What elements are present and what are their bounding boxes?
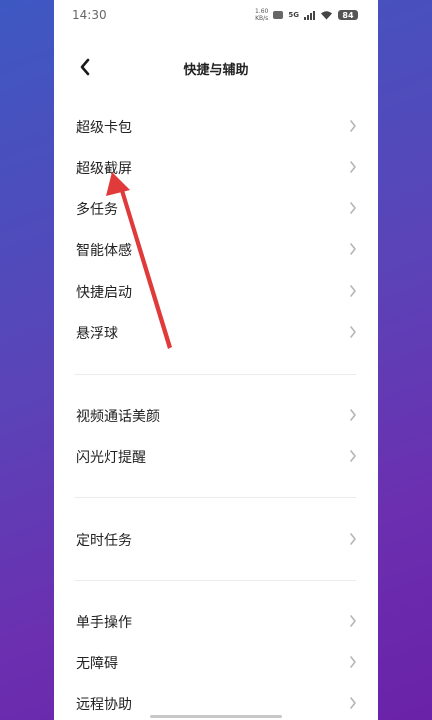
status-icons: 1.60 KB/s 5G 84 xyxy=(255,8,358,22)
page-header: 快捷与辅助 xyxy=(54,50,378,86)
menu-item-card-pack[interactable]: 超级卡包 xyxy=(54,107,378,145)
chevron-right-icon xyxy=(350,656,356,668)
menu-item-super-screenshot[interactable]: 超级截屏 xyxy=(54,148,378,186)
menu-item-label: 超级截屏 xyxy=(76,161,132,177)
home-indicator[interactable] xyxy=(150,715,282,718)
menu-item-label: 闪光灯提醒 xyxy=(76,450,146,466)
network-speed-value: 1.60 xyxy=(255,8,269,15)
menu-item-label: 悬浮球 xyxy=(76,326,118,342)
chevron-right-icon xyxy=(350,697,356,709)
network-speed-unit: KB/s xyxy=(255,15,269,22)
hd-icon xyxy=(273,11,284,19)
network-speed: 1.60 KB/s xyxy=(255,8,268,22)
chevron-right-icon xyxy=(350,326,356,338)
menu-item-label: 快捷启动 xyxy=(76,285,132,301)
chevron-right-icon xyxy=(350,161,356,173)
menu-item-flash-alert[interactable]: 闪光灯提醒 xyxy=(54,437,378,475)
menu-item-floating-ball[interactable]: 悬浮球 xyxy=(54,313,378,351)
menu-item-scheduled-task[interactable]: 定时任务 xyxy=(54,520,378,558)
page-title: 快捷与辅助 xyxy=(183,63,249,78)
menu-item-label: 超级卡包 xyxy=(76,120,132,136)
section-divider xyxy=(74,580,356,581)
chevron-right-icon xyxy=(350,202,356,214)
menu-item-label: 定时任务 xyxy=(76,533,132,549)
menu-item-quick-launch[interactable]: 快捷启动 xyxy=(54,272,378,310)
menu-item-label: 单手操作 xyxy=(76,615,132,631)
menu-item-accessibility[interactable]: 无障碍 xyxy=(54,643,378,681)
cellular-signal-icon xyxy=(304,10,315,20)
section-divider xyxy=(74,374,356,375)
section-divider xyxy=(74,497,356,498)
menu-item-label: 多任务 xyxy=(76,202,118,218)
chevron-right-icon xyxy=(350,285,356,297)
status-time: 14:30 xyxy=(72,8,107,22)
chevron-right-icon xyxy=(350,120,356,132)
settings-screen: 14:30 1.60 KB/s 5G 84 快捷与辅助 超级卡包 超级截屏 多任… xyxy=(54,0,378,720)
chevron-right-icon xyxy=(350,533,356,545)
chevron-right-icon xyxy=(350,243,356,255)
chevron-right-icon xyxy=(350,450,356,462)
menu-item-label: 远程协助 xyxy=(76,697,132,713)
battery-icon: 84 xyxy=(338,10,358,20)
menu-item-one-hand-mode[interactable]: 单手操作 xyxy=(54,602,378,640)
chevron-right-icon xyxy=(350,409,356,421)
menu-item-label: 视频通话美颜 xyxy=(76,409,160,425)
status-bar: 14:30 1.60 KB/s 5G 84 xyxy=(54,0,378,30)
chevron-right-icon xyxy=(350,615,356,627)
network-type: 5G xyxy=(288,11,299,19)
menu-item-label: 无障碍 xyxy=(76,656,118,672)
menu-item-multitask[interactable]: 多任务 xyxy=(54,189,378,227)
wifi-icon xyxy=(321,11,332,20)
menu-item-smart-motion[interactable]: 智能体感 xyxy=(54,230,378,268)
menu-item-video-call-beauty[interactable]: 视频通话美颜 xyxy=(54,396,378,434)
menu-item-label: 智能体感 xyxy=(76,243,132,259)
